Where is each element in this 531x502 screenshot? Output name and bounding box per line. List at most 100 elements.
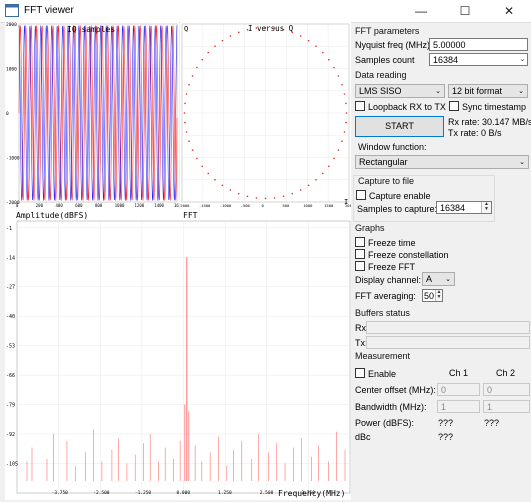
const-plot-title: I versus Q <box>248 24 294 33</box>
format-select[interactable]: 12 bit format ⌄ <box>448 84 528 98</box>
checkbox-icon <box>356 190 366 200</box>
freeze-fft-checkbox[interactable]: Freeze FFT <box>355 261 415 272</box>
maximize-button[interactable]: ☐ <box>443 0 487 22</box>
const-point <box>221 184 224 187</box>
tx-rate: Tx rate: 0 B/s <box>448 128 502 138</box>
center-offset-ch1-value: 0 <box>441 385 447 395</box>
nyquist-input[interactable]: 5.00000 <box>429 38 528 51</box>
sync-timestamp-checkbox[interactable]: Sync timestamp <box>449 101 526 112</box>
const-x-tick: -2000 <box>180 203 190 208</box>
samples-to-capture-input[interactable]: 16384 ▲ ▼ <box>436 201 492 214</box>
window-title: FFT viewer <box>24 5 74 16</box>
bandwidth-ch1-value: 1 <box>441 402 447 412</box>
spin-arrows-icon: ▲ ▼ <box>481 202 491 213</box>
const-point <box>273 197 276 199</box>
samples-to-capture-value: 16384 <box>440 203 466 213</box>
const-point <box>237 192 240 195</box>
constellation-plot[interactable]: Q I versus Q I -2000-1500-1000-500050010… <box>178 22 355 209</box>
const-point <box>282 195 285 198</box>
const-point <box>315 179 317 181</box>
chevron-down-icon: ⌄ <box>445 276 451 283</box>
nyquist-label: Nyquist freq (MHz): <box>355 40 433 50</box>
capture-heading: Capture to file <box>358 176 415 186</box>
const-point <box>328 58 330 61</box>
freeze-time-label: Freeze time <box>368 238 416 248</box>
const-point <box>345 102 347 105</box>
fft-y-tick: -1 <box>6 226 12 232</box>
fft-y-tick: -79 <box>6 403 15 409</box>
const-point <box>345 121 347 124</box>
chevron-down-icon: ⌄ <box>519 159 525 166</box>
const-point <box>214 45 216 47</box>
bandwidth-ch1-input[interactable]: 1 <box>437 400 480 413</box>
const-point <box>299 189 302 191</box>
iq-x-tick: 1000 <box>115 203 125 208</box>
const-point <box>191 75 194 77</box>
const-point <box>328 165 330 168</box>
const-point <box>207 51 210 54</box>
const-point <box>188 140 190 143</box>
const-point <box>315 45 317 47</box>
fft-plot[interactable]: Amplitude(dBFS) FFT Frequency(MHz) -1 -14… <box>5 209 351 500</box>
iq-x-tick: 400 <box>56 203 64 208</box>
rx-rate: Rx rate: 30.147 MB/s <box>448 117 531 127</box>
fft-y-tick: -14 <box>6 255 15 261</box>
const-point <box>333 157 335 160</box>
bandwidth-ch2-input[interactable]: 1 <box>483 400 530 413</box>
const-x-tick: -1000 <box>220 203 232 208</box>
fft-x-tick: -3.750 <box>52 490 69 496</box>
minimize-button[interactable]: — <box>399 0 443 22</box>
const-x-tick: 1000 <box>303 203 313 208</box>
const-q-label: Q <box>184 25 188 33</box>
fft-y-tick: -27 <box>6 285 15 291</box>
window-function-select[interactable]: Rectangular ⌄ <box>355 155 529 169</box>
center-offset-ch2-value: 0 <box>487 385 493 395</box>
iq-plot-title: IQ samples <box>67 25 115 34</box>
iq-samples-plot[interactable]: IQ samples 2000 1000 0 -1000 -2000 0 200 400 60… <box>5 22 184 209</box>
center-offset-ch2-input[interactable]: 0 <box>483 383 530 396</box>
fft-x-tick: 1.250 <box>218 490 232 496</box>
center-offset-ch1-input[interactable]: 0 <box>437 383 480 396</box>
fft-x-tick: 2.500 <box>260 490 274 496</box>
freeze-constellation-checkbox[interactable]: Freeze constellation <box>355 249 449 260</box>
freeze-time-checkbox[interactable]: Freeze time <box>355 237 416 248</box>
format-value: 12 bit format <box>452 86 503 96</box>
checkbox-icon <box>449 101 459 111</box>
const-point <box>207 172 210 175</box>
const-x-tick: -1500 <box>199 203 211 208</box>
title-bar: FFT viewer — ☐ ✕ <box>0 0 531 23</box>
fft-averaging-input[interactable]: 50 ▲ ▼ <box>422 289 443 302</box>
fft-ylabel: Amplitude(dBFS) <box>16 211 88 220</box>
const-x-tick: 500 <box>282 203 290 208</box>
start-button[interactable]: START <box>355 116 444 137</box>
iq-y-tick: -1000 <box>6 156 20 162</box>
tx-buffer-bar <box>366 336 530 349</box>
const-point <box>237 31 240 34</box>
const-point <box>299 35 302 37</box>
chevron-down-icon: ⌄ <box>435 88 441 95</box>
const-point <box>255 197 258 199</box>
const-point <box>214 179 216 181</box>
const-x-tick: -500 <box>241 203 251 208</box>
close-button[interactable]: ✕ <box>487 0 531 22</box>
const-point <box>264 197 267 200</box>
capture-enable-checkbox[interactable]: Capture enable <box>356 190 431 201</box>
iq-x-tick: 1200 <box>135 203 145 208</box>
const-point <box>246 195 249 198</box>
display-channel-select[interactable]: A ⌄ <box>422 272 455 286</box>
power-label: Power (dBFS): <box>355 418 415 428</box>
data-reading-heading: Data reading <box>355 70 407 80</box>
capture-enable-label: Capture enable <box>369 191 431 201</box>
fft-x-tick: 3.750 <box>301 490 315 496</box>
const-point <box>229 189 232 191</box>
samples-count-combo[interactable]: 16384 ⌄ <box>429 53 528 66</box>
measurement-enable-checkbox[interactable]: Enable <box>355 368 396 379</box>
fft-y-tick: -40 <box>6 314 15 320</box>
iq-x-tick: 1400 <box>154 203 164 208</box>
freeze-fft-label: Freeze FFT <box>368 262 416 272</box>
const-point <box>337 149 340 151</box>
loopback-checkbox[interactable]: Loopback RX to TX <box>355 101 446 112</box>
const-point <box>321 51 324 54</box>
const-x-tick: 2000 <box>345 203 351 208</box>
mode-select[interactable]: LMS SISO ⌄ <box>355 84 445 98</box>
